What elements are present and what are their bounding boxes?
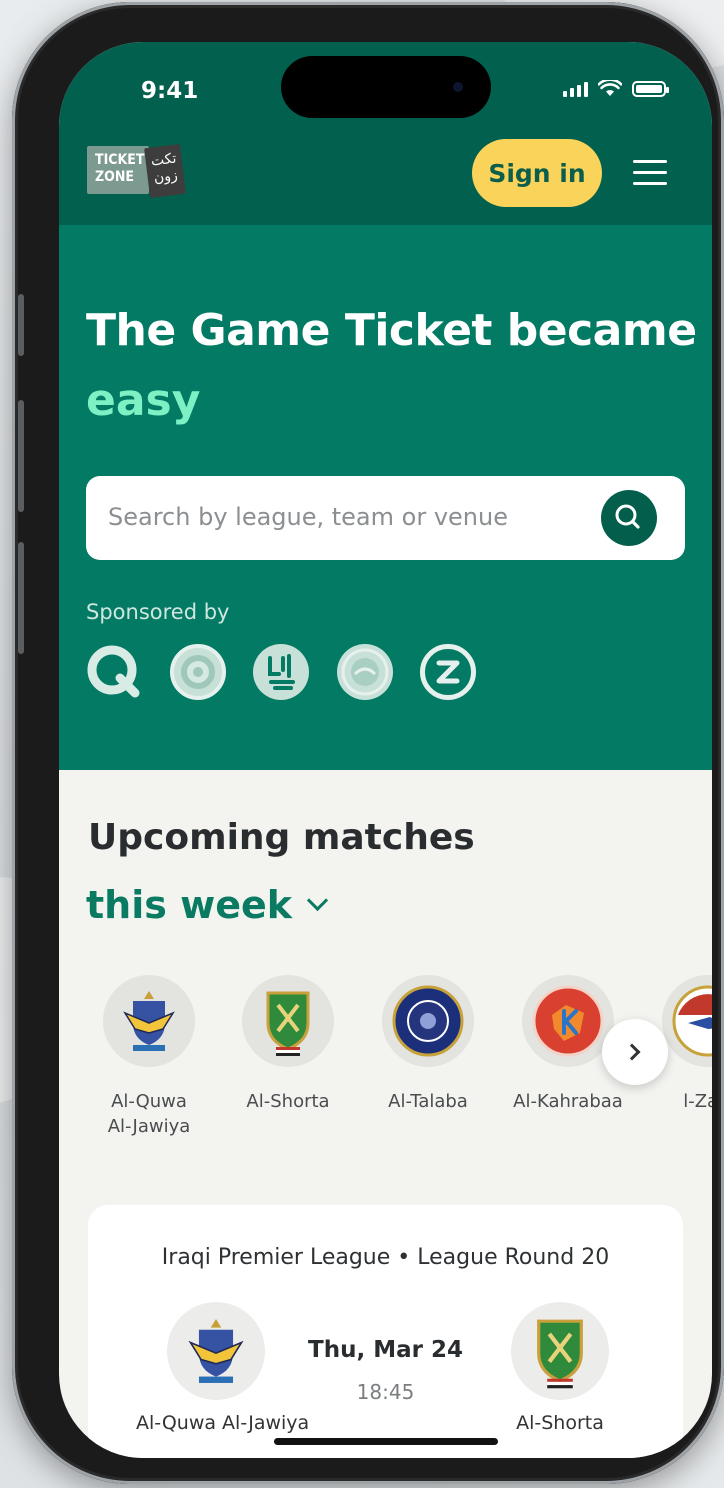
team-filter-al-talaba[interactable]: Al-Talaba [363,975,493,1114]
battery-icon [632,81,669,97]
team-crest [522,975,614,1067]
sponsor-logo-2[interactable] [170,644,226,700]
search-button[interactable] [601,490,657,546]
team-crest [511,1302,609,1400]
zawraa-crest-icon [672,985,712,1057]
league-round: League Round 20 [417,1245,610,1270]
app-screen: 9:41 TICKET ZONE تكت زون Sign in The Gam… [59,42,712,1458]
emblem-icon [341,648,389,696]
shorta-crest-icon [266,991,310,1056]
arabic-logo-icon [268,654,295,690]
camera-icon [453,82,463,92]
dynamic-island [281,56,491,118]
eagle-crest-icon [123,991,175,1051]
phone-silent-switch [18,294,24,356]
cellular-signal-icon [563,81,588,97]
talaba-crest-icon [392,985,464,1057]
sponsored-label: Sponsored by [86,600,230,624]
phone-volume-down [18,542,24,654]
separator-dot: • [397,1245,411,1270]
sponsor-logo-3[interactable] [253,644,309,700]
seal-icon [181,655,215,689]
hero-title: The Game Ticket became [86,305,697,356]
team-crest [103,975,195,1067]
shorta-crest-icon [537,1319,583,1389]
phone-volume-up [18,400,24,512]
team-crest [242,975,334,1067]
team-crest [382,975,474,1067]
logo-english: TICKET ZONE [87,146,149,194]
search-bar[interactable]: Search by league, team or venue [86,476,685,560]
z-logo-icon [436,660,460,684]
away-team: Al-Shorta [480,1302,640,1434]
hamburger-menu-icon[interactable] [633,160,667,186]
match-card[interactable]: Iraqi Premier League • League Round 20 A… [88,1205,683,1458]
match-league-info: Iraqi Premier League • League Round 20 [88,1245,683,1270]
team-name: Al-Kahrabaa [513,1091,623,1112]
app-header: 9:41 TICKET ZONE تكت زون Sign in [59,42,712,225]
upcoming-matches-heading: Upcoming matches [88,817,475,858]
home-team: Al-Quwa Al-Jawiya [136,1302,310,1434]
team-name: Al-Quwa Al-Jawiya [107,1091,191,1137]
home-indicator[interactable] [274,1438,498,1445]
kahrabaa-crest-icon [532,985,604,1057]
league-name: Iraqi Premier League [161,1245,391,1270]
sign-in-button[interactable]: Sign in [472,139,602,207]
home-team-name: Al-Quwa Al-Jawiya [136,1412,310,1434]
sponsor-logo-q[interactable] [86,644,142,700]
status-time: 9:41 [141,78,199,104]
team-name: Al-Talaba [388,1091,468,1112]
logo-text-line1: TICKET [95,152,145,168]
status-icons [563,80,669,97]
chevron-down-icon [306,889,329,912]
ticket-zone-logo[interactable]: TICKET ZONE تكت زون [87,143,186,199]
carousel-next-button[interactable] [602,1019,668,1085]
team-filter-al-shorta[interactable]: Al-Shorta [223,975,353,1114]
period-label: this week [86,883,293,927]
sponsor-logo-z[interactable] [420,644,476,700]
hero-title-accent: easy [86,375,201,426]
period-dropdown[interactable]: this week [86,883,329,927]
team-filter-al-quwa-al-jawiya[interactable]: Al-Quwa Al-Jawiya [84,975,214,1139]
team-name: Al-Shorta [246,1091,330,1112]
away-team-name: Al-Shorta [516,1412,604,1434]
logo-arabic-line2: زون [152,167,179,187]
phone-frame: 9:41 TICKET ZONE تكت زون Sign in The Gam… [12,2,724,1484]
team-crest [662,975,712,1067]
q-logo-icon [87,645,140,698]
sponsor-logo-4[interactable] [337,644,393,700]
search-icon [615,504,640,529]
hero-section: The Game Ticket became easy Search by le… [59,225,712,770]
team-name: l-Zaw [683,1091,712,1112]
search-input[interactable]: Search by league, team or venue [108,503,508,531]
logo-arabic: تكت زون [144,143,186,199]
wifi-icon [598,80,622,96]
logo-text-line2: ZONE [95,169,134,185]
